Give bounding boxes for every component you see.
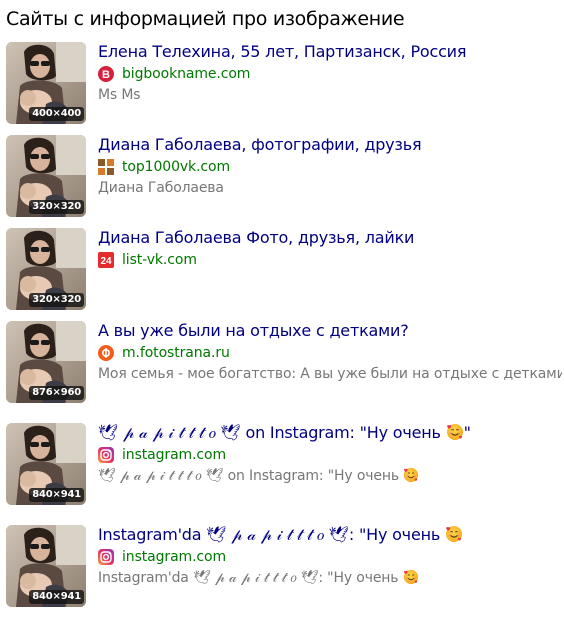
result-item: 320×320 Диана Габолаева, фотографии, дру… <box>6 135 562 217</box>
thumbnail-size-badge: 320×320 <box>29 293 84 307</box>
result-item: 840×941 🕊 𝓅 𝒶 𝓅 𝒾 𝓉 𝓉 𝓉 𝑜 🕊 on Instagram… <box>6 423 562 505</box>
smiling-face-with-hearts-icon <box>403 569 419 585</box>
result-item: 400×400 Елена Телехина, 55 лет, Партизан… <box>6 42 562 124</box>
top1000vk-icon <box>98 159 114 175</box>
result-thumbnail[interactable]: 320×320 <box>6 135 86 217</box>
bigbookname-icon: B <box>98 66 114 82</box>
section-heading: Сайты с информацией про изображение <box>6 8 405 30</box>
result-domain-link[interactable]: m.fotostrana.ru <box>122 345 230 361</box>
svg-text:24: 24 <box>100 256 112 267</box>
smiling-face-with-hearts-icon <box>445 525 463 543</box>
result-thumbnail[interactable]: 400×400 <box>6 42 86 124</box>
thumbnail-size-badge: 876×960 <box>29 386 84 400</box>
result-thumbnail[interactable]: 840×941 <box>6 525 86 607</box>
result-domain-link[interactable]: instagram.com <box>122 447 226 463</box>
result-snippet: Диана Габолаева <box>98 180 224 196</box>
similar-sites-panel: Сайты с информацией про изображение 400×… <box>0 0 564 624</box>
result-title-link[interactable]: Диана Габолаева, фотографии, друзья <box>98 135 562 155</box>
smiling-face-with-hearts-icon <box>403 467 419 483</box>
result-item: 320×320 Диана Габолаева Фото, друзья, ла… <box>6 228 562 310</box>
result-title-link[interactable]: А вы уже были на отдыхе с детками? <box>98 321 562 341</box>
result-domain-link[interactable]: instagram.com <box>122 549 226 565</box>
result-thumbnail[interactable]: 320×320 <box>6 228 86 310</box>
result-thumbnail[interactable]: 840×941 <box>6 423 86 505</box>
fotostrana-icon <box>98 345 114 361</box>
result-snippet: Ms Ms <box>98 87 141 103</box>
result-title-link[interactable]: Диана Габолаева Фото, друзья, лайки <box>98 228 562 248</box>
result-domain-link[interactable]: bigbookname.com <box>122 66 250 82</box>
smiling-face-with-hearts-icon <box>446 423 464 441</box>
result-title-link[interactable]: 🕊 𝓅 𝒶 𝓅 𝒾 𝓉 𝓉 𝓉 𝑜 🕊 on Instagram: "Ну оч… <box>98 423 562 443</box>
result-thumbnail[interactable]: 876×960 <box>6 321 86 403</box>
result-snippet: 🕊 𝓅 𝒶 𝓅 𝒾 𝓉 𝓉 𝓉 𝑜 🕊 on Instagram: "Ну оч… <box>98 466 562 486</box>
result-domain-link[interactable]: top1000vk.com <box>122 159 230 175</box>
thumbnail-size-badge: 320×320 <box>29 200 84 214</box>
result-title-link[interactable]: Instagram'da 🕊 𝓅 𝒶 𝓅 𝒾 𝓉 𝓉 𝓉 𝑜 🕊: "Ну оч… <box>98 525 562 545</box>
thumbnail-size-badge: 400×400 <box>29 107 84 121</box>
svg-text:B: B <box>102 69 110 81</box>
result-snippet: Instagram'da 🕊 𝓅 𝒶 𝓅 𝒾 𝓉 𝓉 𝓉 𝑜 🕊: "Ну оч… <box>98 568 562 588</box>
result-domain-link[interactable]: list-vk.com <box>122 252 197 268</box>
thumbnail-size-badge: 840×941 <box>29 488 84 502</box>
instagram-icon <box>98 549 114 565</box>
result-item: 876×960 А вы уже были на отдыхе с деткам… <box>6 321 562 403</box>
list-vk-24-icon: 24 <box>98 252 114 268</box>
result-snippet: Моя семья - мое богатство: А вы уже были… <box>98 366 562 382</box>
result-item: 840×941 Instagram'da 🕊 𝓅 𝒶 𝓅 𝒾 𝓉 𝓉 𝓉 𝑜 🕊… <box>6 525 562 607</box>
result-title-link[interactable]: Елена Телехина, 55 лет, Партизанск, Росс… <box>98 42 562 62</box>
instagram-icon <box>98 447 114 463</box>
thumbnail-size-badge: 840×941 <box>29 590 84 604</box>
